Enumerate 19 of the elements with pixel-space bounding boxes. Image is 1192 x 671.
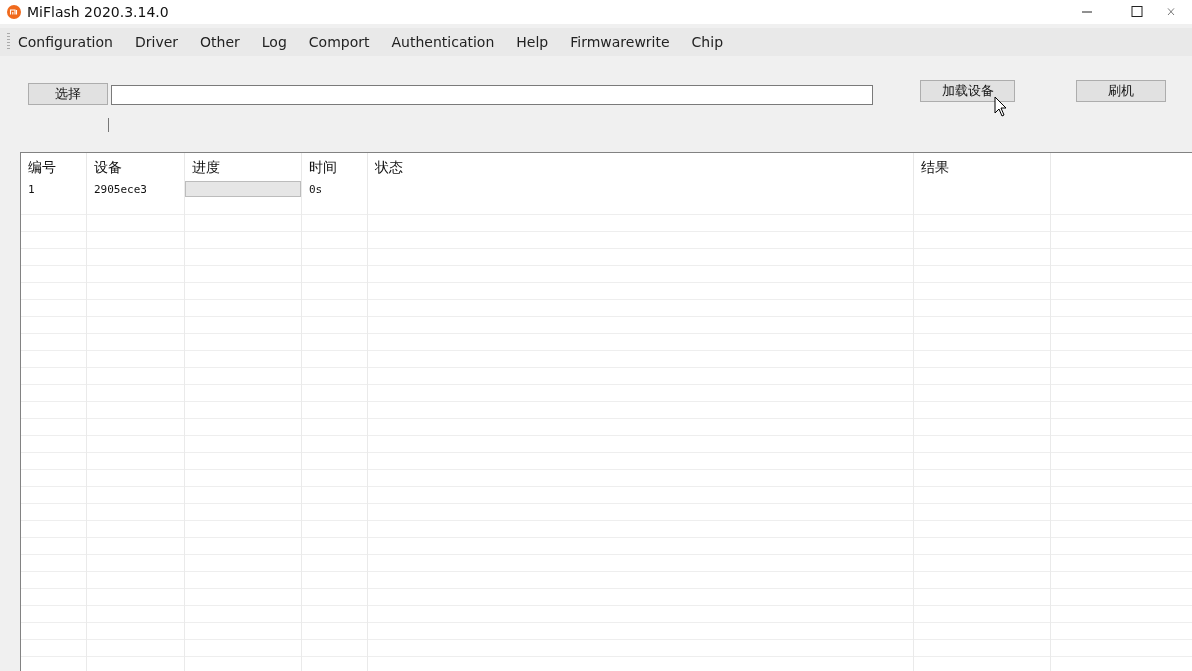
window-title: MiFlash 2020.3.14.0 <box>27 4 169 20</box>
table-cell: 1 <box>28 183 35 196</box>
menu-item[interactable]: Firmwarewrite <box>570 34 670 50</box>
menu-item[interactable]: Authentication <box>391 34 495 50</box>
menu-item[interactable]: Other <box>200 34 240 50</box>
select-button[interactable]: 选择 <box>28 83 108 105</box>
menu-item[interactable]: Log <box>261 34 287 50</box>
app-logo-icon <box>7 5 21 19</box>
flash-button[interactable]: 刷机 <box>1076 80 1166 102</box>
table-cell: 2905ece3 <box>94 183 147 196</box>
menu-item[interactable]: Driver <box>134 34 179 50</box>
menu-item[interactable]: Chip <box>691 34 724 50</box>
menu-item[interactable]: Help <box>516 34 549 50</box>
load-devices-button[interactable]: 加载设备 <box>920 80 1015 102</box>
menu-item[interactable]: Comport <box>308 34 370 50</box>
table-cell: 0s <box>309 183 323 196</box>
path-field[interactable] <box>111 85 873 105</box>
cursor-icon <box>994 96 1008 118</box>
menu-item[interactable]: Configuration <box>18 34 113 50</box>
